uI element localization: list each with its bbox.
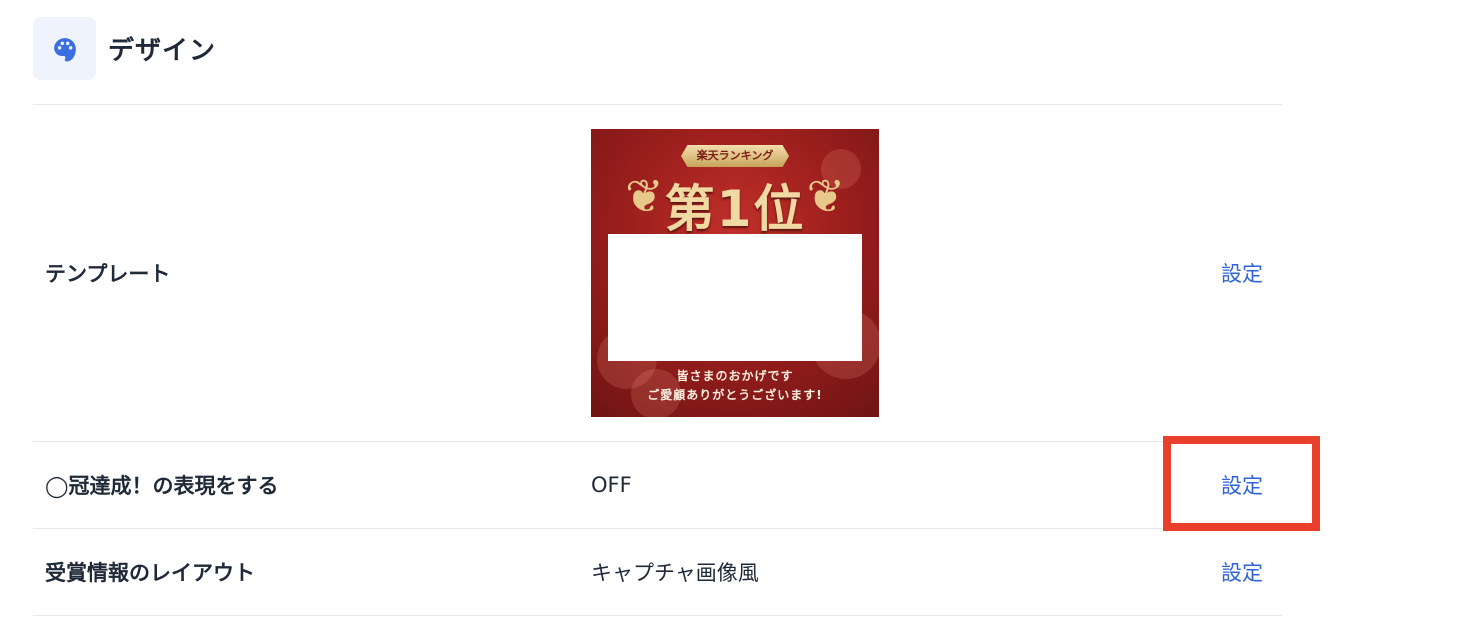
section-header: デザイン (33, 17, 216, 80)
settings-row-award-layout: 受賞情報のレイアウト キャプチャ画像風 設定 (33, 529, 1282, 616)
template-label: テンプレート (45, 262, 171, 286)
settings-table: テンプレート 楽天ランキング ❦ ❦ 第1位 皆さまのおかげです ご愛顧ありがと… (33, 104, 1282, 616)
thumbnail-image-placeholder (608, 234, 862, 361)
section-title: デザイン (108, 36, 217, 66)
award-layout-label: 受賞情報のレイアウト (45, 561, 255, 585)
settings-row-crown-expression: ◯冠達成！の表現をする OFF 設定 (33, 442, 1282, 529)
template-settings-link[interactable]: 設定 (1221, 258, 1263, 288)
crown-expression-value: OFF (591, 473, 632, 497)
crown-expression-label: ◯冠達成！の表現をする (45, 474, 279, 498)
ribbon-banner: 楽天ランキング (681, 145, 789, 167)
palette-icon (33, 17, 96, 80)
crown-expression-settings-link[interactable]: 設定 (1221, 470, 1263, 500)
award-layout-settings-link[interactable]: 設定 (1221, 557, 1263, 587)
rank-heading: 第1位 (664, 180, 806, 238)
award-layout-value: キャプチャ画像風 (591, 561, 759, 585)
settings-row-template: テンプレート 楽天ランキング ❦ ❦ 第1位 皆さまのおかげです ご愛顧ありがと… (33, 105, 1282, 442)
template-thumbnail: 楽天ランキング ❦ ❦ 第1位 皆さまのおかげです ご愛顧ありがとうございます! (591, 129, 879, 417)
thumbnail-message-line1: 皆さまのおかげです (676, 369, 794, 383)
thumbnail-message-line2: ご愛顧ありがとうございます! (647, 388, 823, 402)
